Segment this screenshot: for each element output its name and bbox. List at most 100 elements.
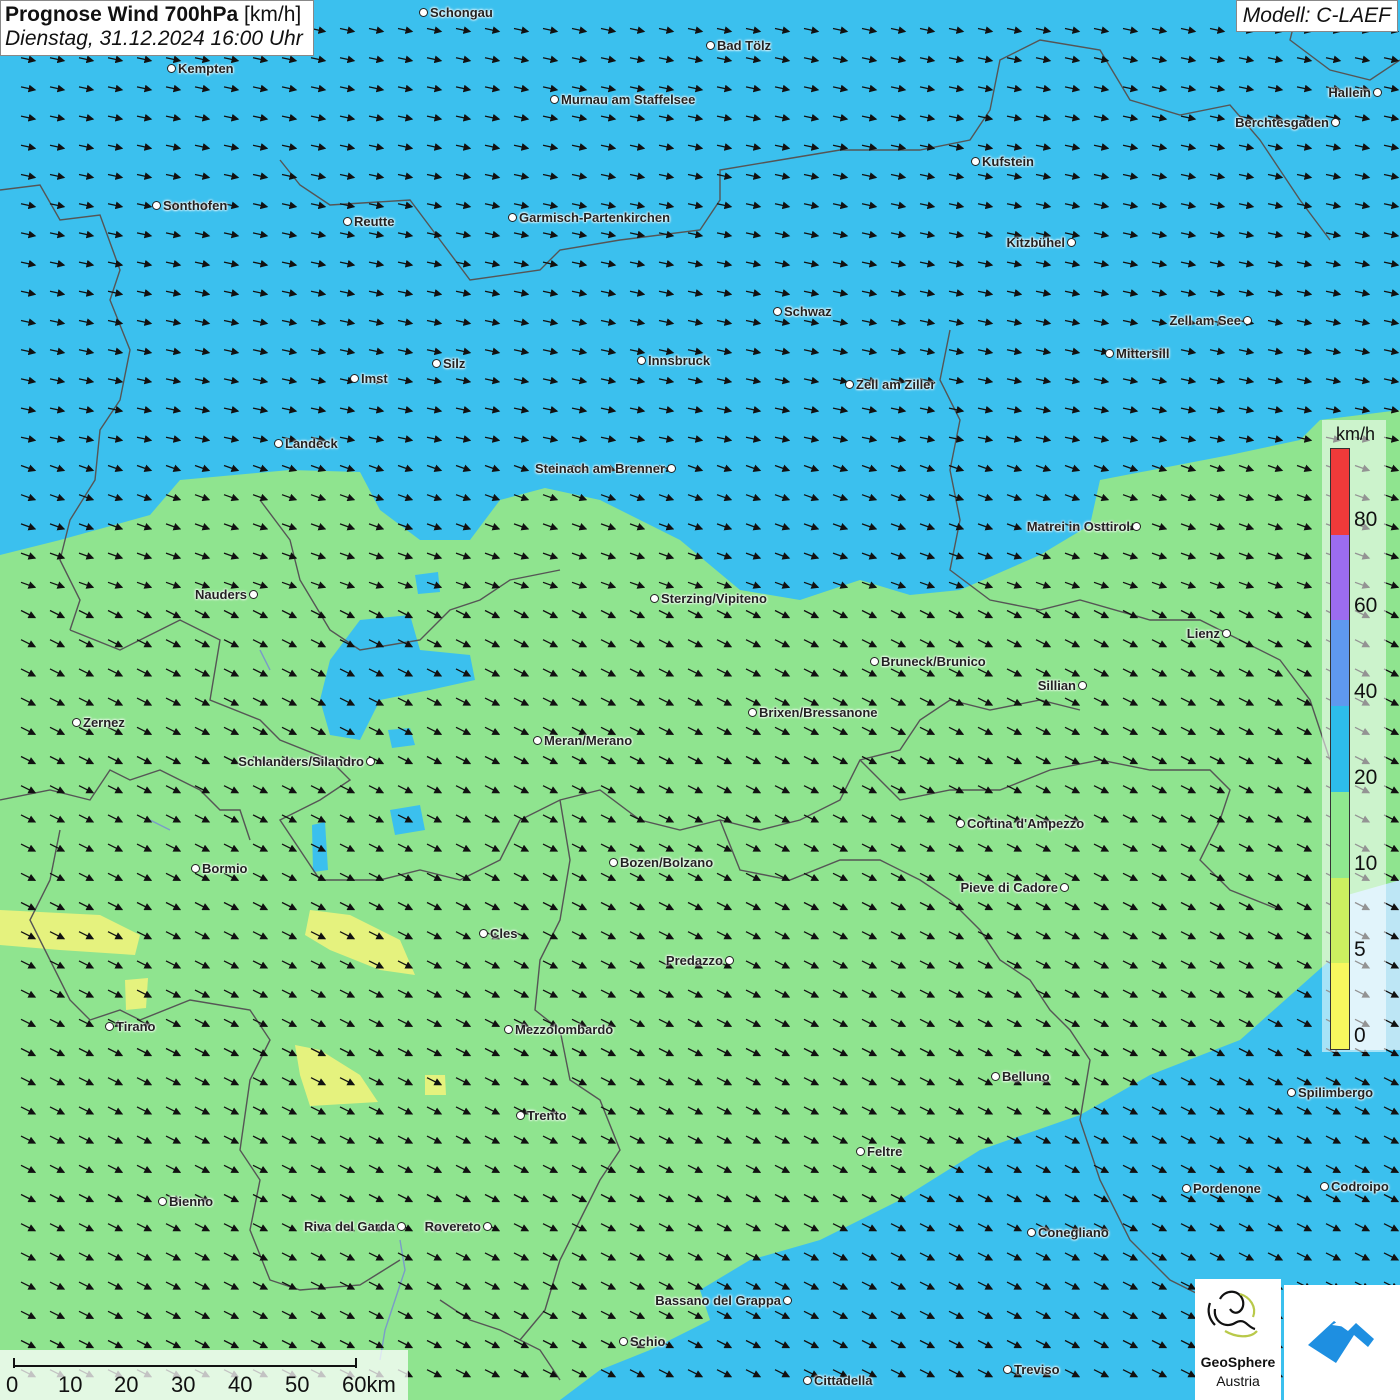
city-marker[interactable]: Kufstein xyxy=(971,154,1034,169)
city-label: Pieve di Cadore xyxy=(960,880,1058,895)
city-label: Bienno xyxy=(169,1194,214,1209)
city-dot-icon xyxy=(158,1197,167,1206)
city-label: Schio xyxy=(630,1334,666,1349)
city-marker[interactable]: Pieve di Cadore xyxy=(960,880,1069,895)
city-marker[interactable]: Schlanders/Silandro xyxy=(238,754,375,769)
legend-swatch xyxy=(1331,534,1349,621)
city-marker[interactable]: Bruneck/Brunico xyxy=(870,654,986,669)
city-marker[interactable]: Reutte xyxy=(343,214,394,229)
city-label: Mezzolombardo xyxy=(515,1022,614,1037)
city-marker[interactable]: Kitzbühel xyxy=(1006,235,1076,250)
city-marker[interactable]: Codroipo xyxy=(1320,1179,1389,1194)
city-label: Berchtesgaden xyxy=(1235,115,1329,130)
city-marker[interactable]: Conegliano xyxy=(1027,1225,1109,1240)
city-marker[interactable]: Nauders xyxy=(195,587,258,602)
city-marker[interactable]: Zell am Ziller xyxy=(845,377,935,392)
legend-color-bar xyxy=(1330,448,1350,1050)
city-label: Conegliano xyxy=(1038,1225,1109,1240)
scale-bar-label: 0 xyxy=(6,1372,19,1397)
city-marker[interactable]: Riva del Garda xyxy=(304,1219,406,1234)
city-marker[interactable]: Berchtesgaden xyxy=(1235,115,1340,130)
city-label: Codroipo xyxy=(1331,1179,1389,1194)
mountain-logo[interactable] xyxy=(1284,1285,1400,1400)
city-marker[interactable]: Bozen/Bolzano xyxy=(609,855,713,870)
city-marker[interactable]: Mittersill xyxy=(1105,346,1169,361)
city-marker[interactable]: Brixen/Bressanone xyxy=(748,705,878,720)
city-label: Sterzing/Vipiteno xyxy=(661,591,767,606)
city-marker[interactable]: Trento xyxy=(516,1108,567,1123)
city-dot-icon xyxy=(397,1222,406,1231)
city-marker[interactable]: Tirano xyxy=(105,1019,156,1034)
forecast-map[interactable]: Prognose Wind 700hPa [km/h] Dienstag, 31… xyxy=(0,0,1400,1400)
city-marker[interactable]: Cittadella xyxy=(803,1373,873,1388)
city-marker[interactable]: Mezzolombardo xyxy=(504,1022,613,1037)
city-marker[interactable]: Garmisch-Partenkirchen xyxy=(508,210,670,225)
city-marker[interactable]: Spilimbergo xyxy=(1287,1085,1373,1100)
city-dot-icon xyxy=(152,201,161,210)
city-marker[interactable]: Cortina d'Ampezzo xyxy=(956,816,1084,831)
legend-tick-label: 20 xyxy=(1354,766,1378,789)
city-marker[interactable]: Bormio xyxy=(191,861,248,876)
city-label: Murnau am Staffelsee xyxy=(561,92,696,107)
city-marker[interactable]: Zell am See xyxy=(1169,313,1252,328)
city-label: Kitzbühel xyxy=(1006,235,1066,250)
city-label: Bad Tölz xyxy=(717,38,772,53)
city-marker[interactable]: Kempten xyxy=(167,61,234,76)
city-label: Bozen/Bolzano xyxy=(620,855,714,870)
scale-bar-label: 40 xyxy=(228,1372,253,1397)
city-marker[interactable]: Rovereto xyxy=(425,1219,492,1234)
city-marker[interactable]: Matrei in Osttirol xyxy=(1027,519,1141,534)
legend-tick-label: 60 xyxy=(1354,594,1378,617)
city-marker[interactable]: Bienno xyxy=(158,1194,213,1209)
city-marker[interactable]: Steinach am Brenner xyxy=(535,461,676,476)
city-marker[interactable]: Sonthofen xyxy=(152,198,227,213)
city-marker[interactable]: Cles xyxy=(479,926,517,941)
city-dot-icon xyxy=(550,95,559,104)
city-marker[interactable]: Predazzo xyxy=(666,953,734,968)
city-marker[interactable]: Treviso xyxy=(1003,1362,1060,1377)
city-dot-icon xyxy=(533,736,542,745)
city-marker[interactable]: Sterzing/Vipiteno xyxy=(650,591,767,606)
city-marker[interactable]: Murnau am Staffelsee xyxy=(550,92,695,107)
city-marker[interactable]: Landeck xyxy=(274,436,338,451)
city-dot-icon xyxy=(432,359,441,368)
city-marker[interactable]: Meran/Merano xyxy=(533,733,632,748)
city-label: Rovereto xyxy=(424,1219,481,1234)
city-marker[interactable]: Belluno xyxy=(991,1069,1050,1084)
city-label: Imst xyxy=(361,371,388,386)
legend-swatch xyxy=(1331,620,1349,707)
city-marker[interactable]: Zernez xyxy=(72,715,125,730)
city-dot-icon xyxy=(870,657,879,666)
scale-bar-label: 60km xyxy=(342,1372,396,1397)
city-label: Kempten xyxy=(178,61,234,76)
city-label: Feltre xyxy=(867,1144,903,1159)
city-marker[interactable]: Schio xyxy=(619,1334,665,1349)
city-dot-icon xyxy=(783,1296,792,1305)
model-label: Modell: C-LAEF xyxy=(1235,0,1398,32)
city-marker[interactable]: Imst xyxy=(350,371,388,386)
geosphere-emblem-icon xyxy=(1207,1290,1258,1338)
city-label: Sillian xyxy=(1037,678,1076,693)
legend-unit: km/h xyxy=(1336,424,1376,444)
city-marker[interactable]: Pordenone xyxy=(1182,1181,1261,1196)
city-marker[interactable]: Silz xyxy=(432,356,465,371)
geosphere-logo[interactable]: GeoSphere Austria xyxy=(1195,1279,1281,1400)
city-label: Belluno xyxy=(1002,1069,1050,1084)
city-marker[interactable]: Feltre xyxy=(856,1144,902,1159)
city-dot-icon xyxy=(483,1222,492,1231)
scale-bar-label: 50 xyxy=(285,1372,310,1397)
city-dot-icon xyxy=(167,64,176,73)
city-marker[interactable]: Lienz xyxy=(1187,626,1231,641)
legend-swatch xyxy=(1331,706,1349,792)
city-marker[interactable]: Schongau xyxy=(419,5,493,20)
city-marker[interactable]: Bad Tölz xyxy=(706,38,771,53)
city-marker[interactable]: Innsbruck xyxy=(637,353,710,368)
city-marker[interactable]: Bassano del Grappa xyxy=(655,1293,792,1308)
city-marker[interactable]: Sillian xyxy=(1038,678,1087,693)
title-box: Prognose Wind 700hPa [km/h] Dienstag, 31… xyxy=(0,0,314,56)
city-marker[interactable]: Hallein xyxy=(1328,85,1382,100)
city-label: Cles xyxy=(490,926,518,941)
city-dot-icon xyxy=(845,380,854,389)
city-marker[interactable]: Schwaz xyxy=(773,304,832,319)
city-dot-icon xyxy=(1105,349,1114,358)
